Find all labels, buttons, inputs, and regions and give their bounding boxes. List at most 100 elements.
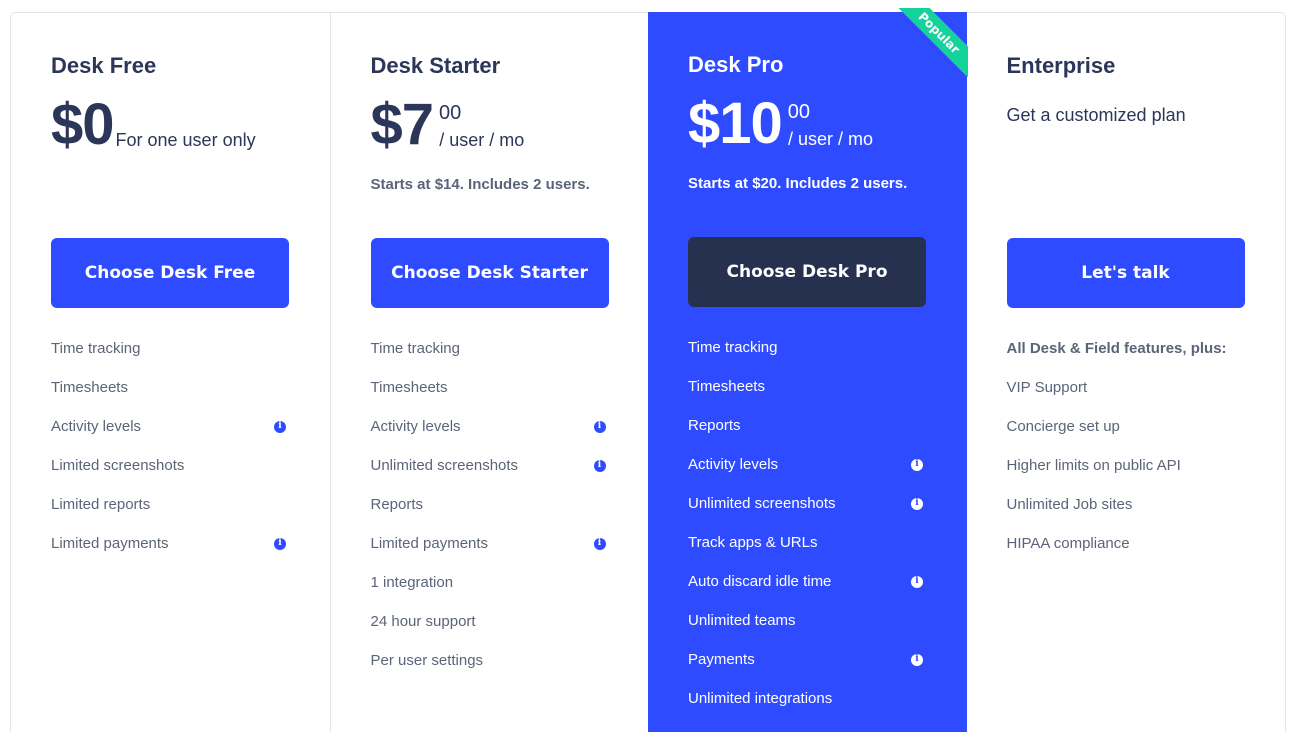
feature-item: Concierge set up [1007, 407, 1245, 446]
feature-item: HIPAA compliance [1007, 524, 1245, 563]
feature-list: Time tracking Timesheets Activity levels… [371, 329, 609, 680]
feature-item: Activity levels i [688, 445, 926, 484]
feature-label: Time tracking [688, 339, 778, 356]
feature-label: Time tracking [370, 340, 460, 357]
feature-item: Unlimited screenshots i [688, 484, 926, 523]
feature-label: Concierge set up [1006, 418, 1120, 435]
feature-item: Limited screenshots [51, 446, 289, 485]
feature-label: Unlimited screenshots [370, 457, 519, 474]
feature-item: Payments i [688, 640, 926, 679]
choose-desk-starter-button[interactable]: Choose Desk Starter [370, 238, 609, 308]
feature-label: Unlimited screenshots [688, 495, 836, 512]
feature-item: VIP Support [1007, 368, 1245, 407]
feature-item: Activity levels i [51, 407, 289, 446]
feature-label: Reports [688, 417, 741, 434]
feature-item: Auto discard idle time i [688, 562, 926, 601]
feature-label: Auto discard idle time [688, 573, 832, 590]
feature-label: Limited screenshots [51, 457, 185, 474]
pricing-table: Desk Free $0 For one user only Choose De… [10, 8, 1286, 732]
feature-label: Reports [370, 496, 424, 513]
feature-label: VIP Support [1006, 379, 1088, 396]
feature-label: Payments [688, 651, 755, 668]
feature-list: Time tracking Timesheets Reports Activit… [688, 328, 926, 718]
price-unit: / user / mo [439, 130, 525, 150]
feature-label: Unlimited teams [688, 612, 796, 629]
plan-name: Desk Starter [370, 53, 501, 78]
feature-label: Limited reports [51, 496, 151, 513]
price-amount: $7 [370, 92, 435, 157]
feature-item: Limited reports [51, 485, 289, 524]
feature-label: Timesheets [688, 378, 765, 395]
feature-item: Reports [371, 485, 609, 524]
feature-item: Timesheets [371, 368, 609, 407]
info-icon[interactable]: i [593, 420, 606, 433]
plan-name: Enterprise [1006, 53, 1116, 78]
plan-card-desk-pro: Popular Desk Pro $10 00 / user / mo Star… [648, 8, 968, 732]
plan-card-desk-free: Desk Free $0 For one user only Choose De… [11, 13, 330, 732]
info-icon[interactable]: i [911, 458, 923, 471]
feature-label: Time tracking [51, 340, 141, 357]
price: $10 00 / user / mo [688, 91, 927, 161]
feature-item: Timesheets [51, 368, 289, 407]
feature-item: Time tracking [688, 328, 926, 367]
feature-item: Track apps & URLs [688, 523, 926, 562]
feature-label: 24 hour support [370, 613, 476, 630]
feature-item: All Desk & Field features, plus: [1007, 329, 1245, 368]
feature-item: Time tracking [371, 329, 609, 368]
feature-list: All Desk & Field features, plus: VIP Sup… [1007, 329, 1245, 563]
price-amount: $0 [51, 92, 115, 157]
feature-item: Higher limits on public API [1007, 446, 1245, 485]
price-cents: 00 [439, 102, 462, 124]
info-icon[interactable]: i [911, 497, 923, 510]
feature-label: Activity levels [51, 418, 142, 435]
plan-card-desk-starter: Desk Starter $7 00 / user / mo Starts at… [329, 13, 649, 732]
feature-list: Time tracking Timesheets Activity levels… [51, 329, 289, 563]
price-amount: $10 [688, 91, 783, 156]
price-unit: / user / mo [788, 129, 874, 149]
feature-item: Unlimited screenshots i [371, 446, 609, 485]
feature-item: Per user settings [371, 641, 609, 680]
price-cents: 00 [787, 101, 811, 123]
popular-badge: Popular [895, 8, 968, 80]
choose-desk-free-button[interactable]: Choose Desk Free [51, 238, 289, 308]
feature-item: Timesheets [688, 367, 926, 406]
plan-name: Desk Pro [688, 52, 784, 77]
price: $0 For one user only [51, 92, 290, 162]
choose-desk-pro-button[interactable]: Choose Desk Pro [688, 237, 926, 307]
info-icon[interactable]: i [911, 575, 923, 588]
price: $7 00 / user / mo [371, 92, 609, 162]
feature-item: Unlimited teams [688, 601, 926, 640]
feature-label: Track apps & URLs [688, 534, 818, 551]
feature-label: Timesheets [370, 379, 448, 396]
feature-item: Limited payments i [371, 524, 609, 563]
feature-label: Unlimited Job sites [1006, 496, 1133, 513]
info-icon[interactable]: i [274, 420, 286, 433]
lets-talk-button[interactable]: Let's talk [1006, 238, 1245, 308]
feature-label: Limited payments [370, 535, 489, 552]
starts-at-note: Starts at $14. Includes 2 users. [370, 176, 590, 193]
info-icon[interactable]: i [274, 537, 286, 550]
plan-card-enterprise: Enterprise Get a customized plan Let's t… [967, 13, 1286, 732]
info-icon[interactable]: i [593, 537, 606, 550]
feature-label: Activity levels [688, 456, 779, 473]
info-icon[interactable]: i [911, 653, 923, 666]
feature-item: Reports [688, 406, 926, 445]
feature-label: All Desk & Field features, plus: [1006, 340, 1227, 357]
feature-label: Higher limits on public API [1006, 457, 1181, 474]
feature-item: 1 integration [371, 563, 609, 602]
feature-item: Limited payments i [51, 524, 289, 563]
info-icon[interactable]: i [593, 459, 606, 472]
popular-ribbon: Popular [895, 8, 968, 80]
starts-at-note: Starts at $20. Includes 2 users. [688, 175, 908, 192]
feature-item: Time tracking [51, 329, 289, 368]
plan-name: Desk Free [51, 53, 157, 78]
feature-label: Unlimited integrations [688, 690, 833, 707]
feature-label: Per user settings [370, 652, 484, 669]
plan-description: Get a customized plan [1006, 105, 1186, 125]
feature-label: Limited payments [51, 535, 169, 552]
feature-item: Unlimited integrations [688, 679, 926, 718]
feature-label: 1 integration [370, 574, 454, 591]
feature-item: Activity levels i [371, 407, 609, 446]
price-note: For one user only [115, 130, 256, 150]
feature-item: 24 hour support [371, 602, 609, 641]
